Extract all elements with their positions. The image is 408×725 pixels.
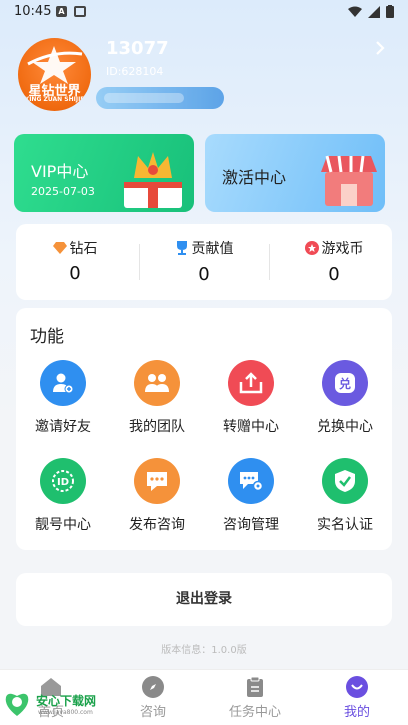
wifi-icon [348,6,362,17]
publish-consult-button[interactable]: 发布咨询 [110,458,204,534]
invite-user-icon [40,360,86,406]
stat-game-coin[interactable]: 游戏币 0 [279,238,389,285]
exchange-center-label: 兑换中心 [317,419,373,435]
transfer-center-button[interactable]: 转赠中心 [204,360,298,436]
vanity-id-center-label: 靓号中心 [35,517,91,533]
notification-screen-icon [74,6,86,17]
user-id: ID:628104 [106,65,164,78]
level-badge [96,87,224,109]
stat-diamond-value: 0 [69,263,81,284]
publish-consult-label: 发布咨询 [129,517,185,533]
svg-text:兑: 兑 [339,376,351,391]
divider [269,244,270,280]
exchange-center-button[interactable]: 兑 兑换中心 [298,360,392,436]
invite-friends-button[interactable]: 邀请好友 [16,360,110,436]
coin-icon [304,241,319,255]
tab-consult[interactable]: 咨询 [102,676,204,720]
battery-icon [386,5,394,18]
stat-game-coin-value: 0 [328,264,340,285]
functions-title: 功能 [30,327,64,347]
functions-panel: 功能 邀请好友 我的团队 转赠中心 兑 兑换中心 ID 靓号中心 发布咨询 咨询… [16,308,392,550]
trophy-icon [176,241,187,255]
vanity-id-center-button[interactable]: ID 靓号中心 [16,458,110,534]
tab-mine-label: 我的 [343,705,370,720]
status-bar: 10:45 A [0,0,408,24]
compass-icon [142,676,164,698]
chat-settings-icon [228,458,274,504]
user-name: 13077 [106,38,169,59]
clipboard-icon [244,676,266,698]
stat-game-coin-label: 游戏币 [321,241,364,257]
watermark-logo-icon [5,693,29,716]
watermark-subtext: www.java800.com [38,709,93,716]
avatar-logo-subtext: XING ZUAN SHIJIE [24,96,85,103]
consult-management-label: 咨询管理 [223,517,279,533]
transfer-center-label: 转赠中心 [223,419,279,435]
activation-center-card[interactable]: 激活中心 [205,134,385,212]
stat-diamond-label: 钻石 [69,241,98,257]
invite-friends-label: 邀请好友 [35,419,91,435]
svg-text:ID: ID [57,477,69,488]
stat-contribution-label: 贡献值 [191,241,234,257]
status-time: 10:45 [14,4,52,19]
diamond-icon [52,242,67,254]
real-name-verification-button[interactable]: 实名认证 [298,458,392,534]
team-icon [134,360,180,406]
vip-center-card[interactable]: VIP中心 2025-07-03 [14,134,194,212]
tab-mine[interactable]: 我的 [306,676,408,720]
exchange-icon: 兑 [322,360,368,406]
activation-card-title: 激活中心 [222,168,287,187]
shop-icon [321,155,377,206]
vip-card-date: 2025-07-03 [31,185,95,198]
consult-management-button[interactable]: 咨询管理 [204,458,298,534]
my-team-button[interactable]: 我的团队 [110,360,204,436]
divider [139,244,140,280]
tab-task-center-label: 任务中心 [228,705,281,720]
status-icons [348,5,394,18]
real-name-verification-label: 实名认证 [317,517,373,533]
profile-icon [346,676,368,698]
avatar[interactable]: 星钻世界 XING ZUAN SHIJIE [18,38,91,111]
tab-consult-label: 咨询 [139,705,166,720]
stat-contribution-value: 0 [198,264,210,285]
stats-panel: 钻石 0 贡献值 0 游戏币 0 [16,224,392,300]
signal-icon [368,5,380,18]
vip-card-title: VIP中心 [31,162,89,181]
stat-diamond[interactable]: 钻石 0 [20,238,130,284]
watermark: 安心下载网 www.java800.com [2,686,102,722]
stat-contribution[interactable]: 贡献值 0 [149,238,259,285]
my-team-label: 我的团队 [129,419,185,435]
star-logo-icon [27,46,83,84]
id-number-icon: ID [40,458,86,504]
transfer-icon [228,360,274,406]
tab-task-center[interactable]: 任务中心 [204,676,306,720]
version-info: 版本信息：1.0.0版 [161,645,247,656]
message-icon [134,458,180,504]
crown-gift-icon [124,152,182,208]
chevron-right-icon[interactable] [374,40,386,56]
notification-a-icon: A [56,6,67,17]
verified-shield-icon [322,458,368,504]
watermark-text: 安心下载网 [36,694,97,708]
logout-button[interactable]: 退出登录 [16,573,392,626]
